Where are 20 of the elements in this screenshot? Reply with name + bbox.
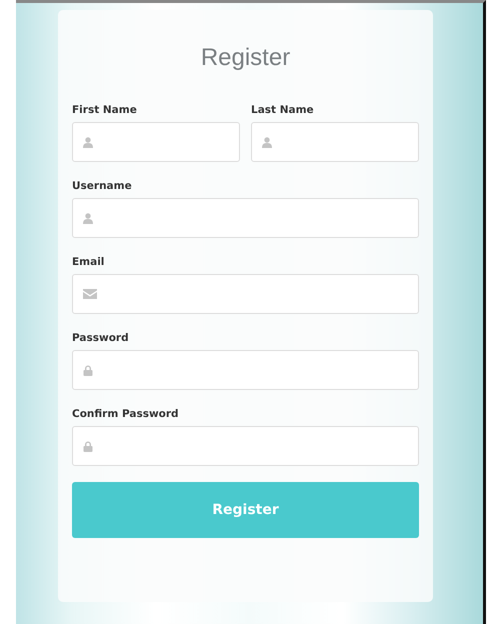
input-field[interactable] [251,122,419,162]
input-field[interactable] [72,198,419,238]
envelope-icon [83,289,97,299]
input-field[interactable] [72,274,419,314]
form-title: Register [200,44,292,72]
field-label: Password [72,332,129,344]
register-button[interactable]: Register [72,482,419,538]
input-field[interactable] [72,350,419,390]
person-icon [262,136,272,148]
field-label: First Name [72,104,137,116]
input-field[interactable] [72,426,419,466]
person-icon [83,212,93,224]
field-label: Confirm Password [72,408,179,420]
field-label: Last Name [251,104,314,116]
lock-icon [83,440,93,452]
field-label: Email [72,256,104,268]
field-label: Username [72,180,132,192]
input-field[interactable] [72,122,240,162]
person-icon [83,136,93,148]
lock-icon [83,364,93,376]
